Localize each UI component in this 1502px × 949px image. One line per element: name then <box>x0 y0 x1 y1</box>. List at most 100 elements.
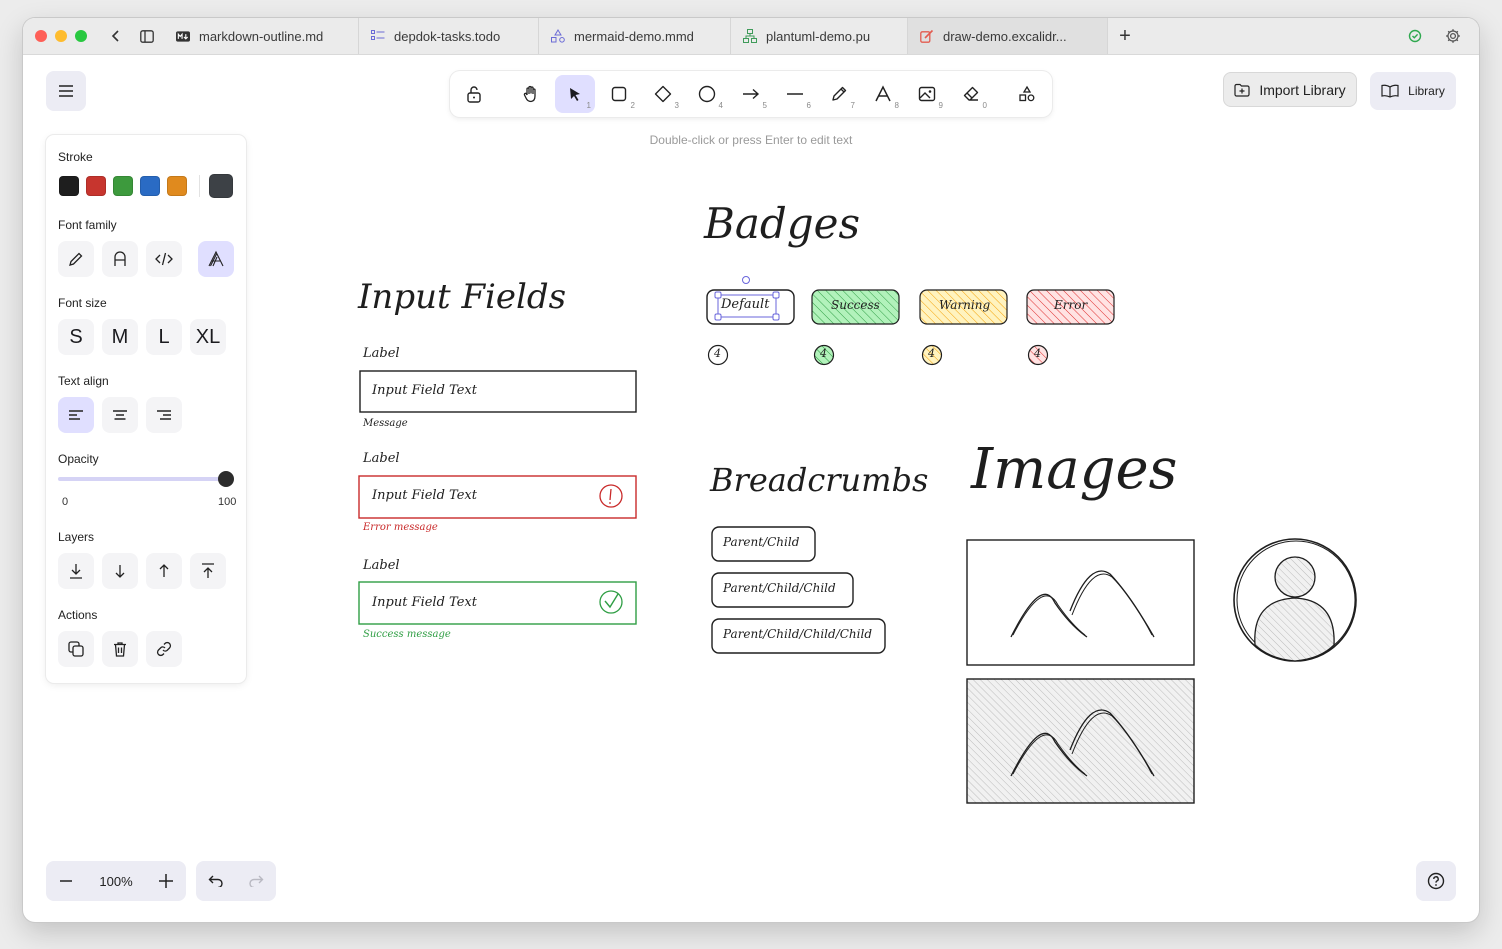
back-icon[interactable] <box>104 24 128 48</box>
draw-tool-button[interactable]: 7 <box>819 75 859 113</box>
stroke-color-blue[interactable] <box>140 176 160 196</box>
link-button[interactable] <box>146 631 182 667</box>
font-normal-button[interactable] <box>102 241 138 277</box>
zoom-window-button[interactable] <box>75 30 87 42</box>
input-label[interactable]: Label <box>363 558 400 573</box>
hand-tool-button[interactable] <box>511 75 551 113</box>
font-size-small-button[interactable]: S <box>58 319 94 355</box>
rectangle-tool-button[interactable]: 2 <box>599 75 639 113</box>
input-field-text[interactable]: Input Field Text <box>372 383 477 398</box>
stroke-color-green[interactable] <box>113 176 133 196</box>
input-message[interactable]: Message <box>363 418 408 429</box>
badge-error-label[interactable]: Error <box>1054 298 1087 312</box>
undo-button[interactable] <box>196 861 236 901</box>
selection-tool-button[interactable]: 1 <box>555 75 595 113</box>
opacity-slider-thumb[interactable] <box>218 471 234 487</box>
breadcrumb-item[interactable]: Parent/Child <box>723 535 799 549</box>
lock-tool-button[interactable] <box>454 75 494 113</box>
stroke-current-color[interactable] <box>209 174 233 198</box>
delete-button[interactable] <box>102 631 138 667</box>
opacity-min: 0 <box>62 496 69 508</box>
badge-count[interactable]: 4 <box>928 347 935 360</box>
font-size-large-button[interactable]: L <box>146 319 182 355</box>
breadcrumbs-heading[interactable]: Breadcrumbs <box>710 461 928 499</box>
stroke-color-black[interactable] <box>59 176 79 196</box>
import-library-button[interactable]: Import Library <box>1223 72 1357 107</box>
diamond-icon <box>654 85 672 103</box>
send-to-back-button[interactable] <box>58 553 94 589</box>
shortcut-key: 4 <box>718 101 723 110</box>
settings-gear-icon[interactable] <box>1445 28 1461 49</box>
actions-label: Actions <box>58 608 98 622</box>
stroke-color-orange[interactable] <box>167 176 187 196</box>
opacity-slider-track[interactable] <box>58 477 226 481</box>
duplicate-button[interactable] <box>58 631 94 667</box>
tab-plantuml-demo[interactable]: plantuml-demo.pu <box>731 18 908 54</box>
font-size-xl-button[interactable]: XL <box>190 319 226 355</box>
rectangle-icon <box>611 86 627 102</box>
stroke-color-red[interactable] <box>86 176 106 196</box>
link-icon <box>156 641 172 657</box>
shortcut-key: 5 <box>762 101 767 110</box>
input-success-message[interactable]: Success message <box>363 629 451 640</box>
input-label[interactable]: Label <box>363 451 400 466</box>
badge-warning-label[interactable]: Warning <box>939 298 990 312</box>
tab-mermaid-demo[interactable]: mermaid-demo.mmd <box>539 18 731 54</box>
text-align-label: Text align <box>58 374 109 388</box>
image-tool-button[interactable]: 9 <box>907 75 947 113</box>
new-tab-button[interactable]: + <box>1113 24 1137 48</box>
font-hand-drawn-button[interactable] <box>58 241 94 277</box>
excalidraw-canvas[interactable]: Input Fields Label Input Field Text Mess… <box>30 55 1472 915</box>
ellipse-icon <box>698 85 716 103</box>
arrow-tool-button[interactable]: 5 <box>731 75 771 113</box>
help-button[interactable] <box>1416 861 1456 901</box>
main-menu-button[interactable] <box>46 71 86 111</box>
badges-heading[interactable]: Badges <box>704 199 860 248</box>
badge-count[interactable]: 4 <box>1034 347 1041 360</box>
zoom-out-button[interactable] <box>46 861 86 901</box>
redo-button[interactable] <box>236 861 276 901</box>
tab-depdok-tasks[interactable]: depdok-tasks.todo <box>359 18 539 54</box>
input-fields-heading[interactable]: Input Fields <box>358 277 566 317</box>
bring-to-front-button[interactable] <box>190 553 226 589</box>
input-field-text[interactable]: Input Field Text <box>372 595 477 610</box>
hand-icon <box>523 85 536 103</box>
library-button[interactable]: Library <box>1370 72 1456 110</box>
diamond-tool-button[interactable]: 3 <box>643 75 683 113</box>
sync-status-icon[interactable] <box>1408 29 1422 48</box>
sidebar-toggle-icon[interactable] <box>135 24 159 48</box>
text-align-left-button[interactable] <box>58 397 94 433</box>
line-tool-button[interactable]: 6 <box>775 75 815 113</box>
align-right-icon <box>157 410 171 420</box>
text-align-right-button[interactable] <box>146 397 182 433</box>
font-size-medium-button[interactable]: M <box>102 319 138 355</box>
font-excalifont-button[interactable] <box>198 241 234 277</box>
input-field-text[interactable]: Input Field Text <box>372 488 477 503</box>
send-backward-button[interactable] <box>102 553 138 589</box>
eraser-tool-button[interactable]: 0 <box>951 75 991 113</box>
font-code-button[interactable] <box>146 241 182 277</box>
badge-success-label[interactable]: Success <box>831 298 880 312</box>
zoom-in-button[interactable] <box>146 861 186 901</box>
bring-forward-button[interactable] <box>146 553 182 589</box>
badge-count[interactable]: 4 <box>820 347 827 360</box>
text-tool-button[interactable]: 8 <box>863 75 903 113</box>
badge-count[interactable]: 4 <box>714 347 721 360</box>
input-error-message[interactable]: Error message <box>363 522 438 533</box>
undo-icon <box>208 875 223 887</box>
tab-draw-demo[interactable]: draw-demo.excalidr... <box>908 18 1108 54</box>
text-align-center-button[interactable] <box>102 397 138 433</box>
tab-label: depdok-tasks.todo <box>394 28 501 44</box>
image-icon <box>918 86 936 102</box>
zoom-level[interactable]: 100% <box>86 861 146 901</box>
input-label[interactable]: Label <box>363 346 400 361</box>
breadcrumb-item[interactable]: Parent/Child/Child/Child <box>723 627 872 641</box>
ellipse-tool-button[interactable]: 4 <box>687 75 727 113</box>
minimize-window-button[interactable] <box>55 30 67 42</box>
images-heading[interactable]: Images <box>971 437 1177 502</box>
breadcrumb-item[interactable]: Parent/Child/Child <box>723 581 836 595</box>
extra-tools-button[interactable] <box>1007 75 1047 113</box>
badge-default-label[interactable]: Default <box>721 297 769 312</box>
close-window-button[interactable] <box>35 30 47 42</box>
tab-markdown-outline[interactable]: markdown-outline.md <box>164 18 359 54</box>
